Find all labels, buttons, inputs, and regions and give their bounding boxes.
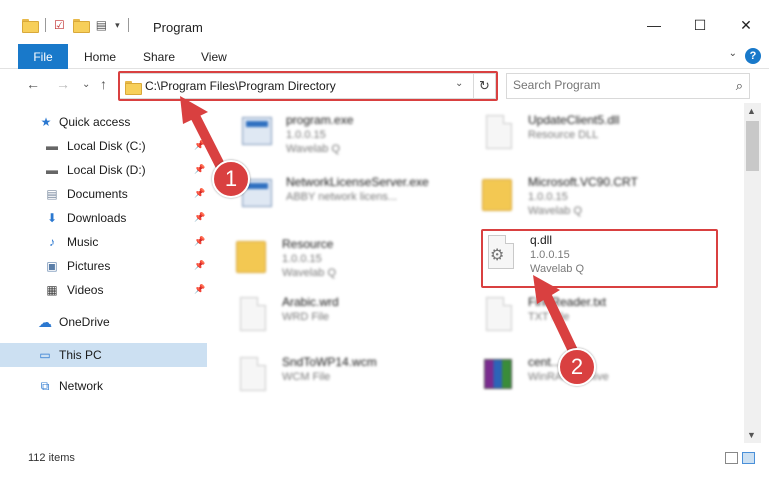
arrow-two bbox=[540, 287, 579, 358]
annotation-arrows bbox=[180, 96, 579, 358]
step-marker-two: 2 bbox=[558, 348, 596, 386]
step-marker-one: 1 bbox=[212, 160, 250, 198]
